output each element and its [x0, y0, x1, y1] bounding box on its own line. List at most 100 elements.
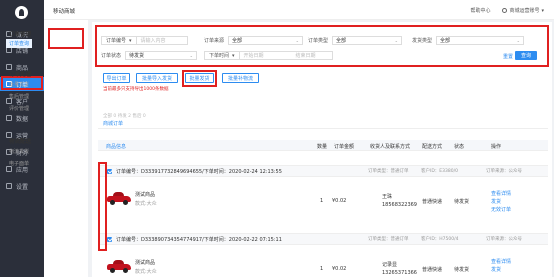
order-number-input[interactable]: 请输入内容 [137, 37, 187, 44]
th-actions: 操作 [491, 144, 502, 150]
product-spec: 款式:大众 [135, 269, 157, 275]
reset-link[interactable]: 重置 [503, 53, 513, 60]
receiver-name: 记录显 [382, 262, 398, 268]
nav-label: 数据 [16, 115, 29, 123]
time-filter: 下单时间 ▾ 开始日期 结束日期 [204, 51, 333, 60]
nav-item-data[interactable]: 数据 [0, 111, 44, 125]
ship-type-value: 全部 [440, 38, 451, 44]
tab-counts: 全部 0 待发 2 售后 0 [103, 114, 146, 119]
order-header-row: 订单编号：D333917732849694655/下单时间：2020-02-24… [98, 165, 548, 177]
order-amount: ¥0.02 [332, 266, 347, 272]
ship-link[interactable]: 发货 [491, 266, 501, 273]
order-customer-id: 客户ID：H7500/4 [421, 237, 459, 242]
order-type: 订单类型：普通订单 [368, 237, 409, 242]
ship-type-select[interactable]: 全部 ⌄ [436, 36, 525, 45]
user-name: 商城运营账号 [509, 8, 540, 14]
nav-label: 设置 [16, 183, 29, 191]
export-warning: 当前最多只支持导出1000条数据 [103, 87, 169, 92]
subnav-item-order-query[interactable]: 订单查询 [6, 39, 33, 48]
order-checkbox[interactable] [107, 168, 112, 174]
order-status: 待发货 [454, 267, 470, 273]
end-date-input[interactable]: 结束日期 [292, 52, 332, 59]
subnav-highlight [48, 28, 84, 49]
chevron-down-icon: ⌄ [394, 38, 399, 43]
order-number: 订单编号：D333917732849694655/下单时间：2020-02-24… [116, 168, 282, 175]
th-receiver: 收货人及联系方式 [370, 144, 411, 150]
ship-type-filter: 发货类型 全部 ⌄ [412, 36, 525, 45]
time-type-select[interactable]: 下单时间 ▾ [205, 52, 240, 59]
order-qty: 1 [320, 198, 324, 204]
order-customer-id: 客户ID：E3380/0 [421, 169, 458, 174]
chevron-down-icon: ⌄ [189, 53, 194, 58]
delivery-method: 普通快递 [422, 267, 443, 273]
type-select[interactable]: 全部 ⌄ [332, 36, 403, 45]
product-name[interactable]: 测试商品 [135, 191, 155, 198]
th-delivery: 配送方式 [422, 144, 443, 150]
subnav-item-batch-ship[interactable]: 批量发货 [9, 81, 29, 88]
order-number-group[interactable]: 订单编号 ▾ 请输入内容 [101, 36, 188, 45]
chevron-down-icon: ⌄ [295, 38, 300, 43]
chevron-down-icon: ▾ [129, 37, 132, 44]
top-header: 移动商城 帮助中心 商城运营账号 ▾ [44, 0, 554, 20]
order-status: 待发货 [454, 199, 470, 205]
order-number: 订单编号：D333890734354774917/下单时间：2020-02-22… [116, 236, 282, 243]
batch-logistics-button[interactable]: 批量补物流 [222, 73, 259, 83]
status-select[interactable]: 待发货 ⌄ [125, 51, 198, 60]
order-source: 订单来源：公众号 [486, 237, 522, 242]
subnav-item-reviews[interactable]: 评价管理 [9, 105, 29, 112]
secondary-sidebar [44, 20, 88, 277]
th-product: 商品信息 [106, 144, 127, 150]
app-logo [15, 6, 28, 19]
product-name[interactable]: 测试商品 [135, 259, 155, 266]
th-qty: 数量 [317, 144, 328, 150]
status-label: 订单状态 [101, 53, 122, 59]
checkbox-column-highlight [98, 162, 107, 251]
chevron-down-icon: ⌄ [516, 38, 521, 43]
batch-ship-highlight [182, 70, 217, 87]
source-select[interactable]: 全部 ⌄ [228, 36, 304, 45]
header-title: 移动商城 [53, 9, 76, 15]
type-label: 订单类型 [308, 38, 329, 44]
car-wheel [123, 268, 128, 273]
subnav-item-e-waybill[interactable]: 电子面单 [9, 160, 29, 167]
ship-type-label: 发货类型 [412, 38, 433, 44]
source-value: 全部 [232, 38, 243, 44]
start-date-input[interactable]: 开始日期 [240, 52, 292, 59]
import-ship-button[interactable]: 批量导入发货 [136, 73, 178, 83]
order-field-select[interactable]: 订单编号 ▾ [102, 37, 137, 44]
view-detail-link[interactable]: 查看详情 [491, 258, 511, 265]
user-icon [502, 8, 508, 13]
user-menu[interactable]: 商城运营账号 ▾ [502, 7, 544, 14]
subnav-item-aftersale[interactable]: 售后管理 [9, 93, 29, 100]
subnav-group-order-process: 订单处理 [9, 72, 32, 78]
receiver-name: 王珠 [382, 194, 393, 200]
receiver-phone: 13265371366 [382, 270, 417, 276]
chevron-down-icon: ▾ [232, 52, 235, 59]
ship-link[interactable]: 发货 [491, 198, 501, 205]
subnav-group-order-manage: 订单管理 [9, 32, 32, 38]
delivery-method: 普通快递 [422, 199, 443, 205]
order-header-row: 订单编号：D333890734354774917/下单时间：2020-02-22… [98, 233, 548, 245]
time-range-group[interactable]: 下单时间 ▾ 开始日期 结束日期 [204, 51, 333, 60]
order-type: 订单类型：普通订单 [368, 169, 409, 174]
subnav-item-logistics-ship[interactable]: 物流发货 [9, 148, 29, 155]
product-image [106, 256, 132, 274]
view-detail-link[interactable]: 查看详情 [491, 190, 511, 197]
order-number-filter: 订单编号 ▾ 请输入内容 [101, 36, 188, 45]
filter-highlight [95, 25, 549, 67]
search-button[interactable]: 查询 [515, 51, 538, 60]
order-qty: 1 [320, 266, 324, 272]
order-checkbox[interactable] [107, 236, 112, 242]
th-amount: 订单金额 [334, 144, 355, 150]
table-header: 商品信息 数量 订单金额 收货人及联系方式 配送方式 状态 操作 [98, 140, 548, 151]
data-icon [6, 115, 12, 121]
type-value: 全部 [336, 38, 347, 44]
time-type-value: 下单时间 [209, 53, 230, 59]
car-wheel [123, 200, 128, 205]
nav-item-settings[interactable]: 设置 [0, 179, 44, 193]
help-center-link[interactable]: 帮助中心 [470, 7, 490, 14]
invalid-order-link[interactable]: 无效订单 [491, 206, 511, 213]
export-orders-button[interactable]: 导出订单 [103, 73, 130, 83]
source-label: 订单来源 [204, 38, 225, 44]
car-wheel [110, 268, 115, 273]
